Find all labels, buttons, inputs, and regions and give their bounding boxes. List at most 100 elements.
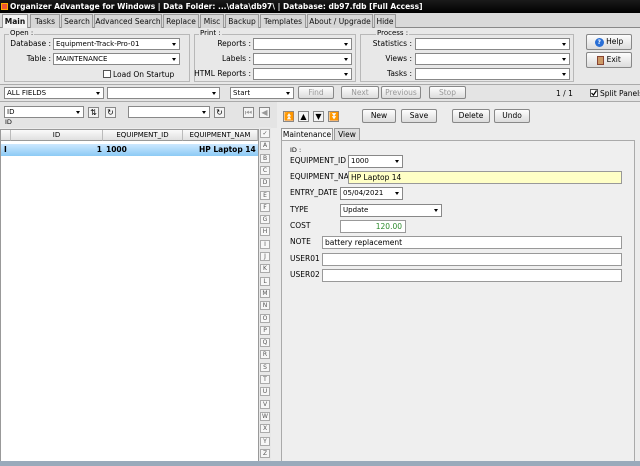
exit-button[interactable]: Exit <box>586 52 632 68</box>
views-select[interactable] <box>415 53 570 65</box>
tab-tasks[interactable]: Tasks <box>30 14 60 28</box>
first-icon[interactable]: ⏫ <box>283 111 294 122</box>
cost-field[interactable]: 120.00 <box>340 220 406 233</box>
user02-field[interactable] <box>322 269 622 282</box>
help-button[interactable]: ? Help <box>586 34 632 50</box>
equipment-id-select[interactable]: 1000 <box>348 155 403 168</box>
alpha-index-letter[interactable]: V <box>260 399 270 409</box>
alpha-index-letter[interactable]: S <box>260 362 270 372</box>
tab-about-upgrade[interactable]: About / Upgrade <box>307 14 373 28</box>
statistics-select[interactable] <box>415 38 570 50</box>
sort-order-icon[interactable]: ⇅ <box>88 107 99 118</box>
sort-field-select[interactable]: ID <box>4 106 84 118</box>
alpha-index-letter[interactable]: W <box>260 411 270 421</box>
alpha-index-letter[interactable]: N <box>260 301 270 311</box>
app-icon <box>1 3 8 10</box>
refresh-filter-icon[interactable]: ↻ <box>214 107 225 118</box>
chevron-down-icon <box>284 88 293 98</box>
search-mode-select[interactable]: Start <box>230 87 294 99</box>
user01-field[interactable] <box>322 253 622 266</box>
cost-label: COST <box>290 221 311 230</box>
labels-select[interactable] <box>253 53 352 65</box>
main-tab-bar: Main Tasks Search Advanced Search Replac… <box>0 13 640 29</box>
chevron-down-icon <box>94 88 103 98</box>
alpha-index-letter[interactable]: F <box>260 202 270 212</box>
title-bar: Organizer Advantage for Windows | Data F… <box>0 0 640 13</box>
alpha-index-letter[interactable]: J <box>260 252 270 261</box>
sort-field-value: ID <box>7 108 15 116</box>
tab-backup[interactable]: Backup <box>225 14 259 28</box>
prev-record-icon[interactable]: ◀ <box>259 107 270 118</box>
previous-button[interactable]: Previous <box>381 86 421 99</box>
alpha-index-letter[interactable]: B <box>260 153 270 163</box>
tab-templates[interactable]: Templates <box>260 14 306 28</box>
database-label: Database : <box>10 39 51 48</box>
alpha-index-letter[interactable]: Y <box>260 436 270 446</box>
new-button[interactable]: New <box>362 109 396 123</box>
reports-label: Reports : <box>217 39 251 48</box>
alpha-index-letter[interactable]: H <box>260 227 270 237</box>
search-input[interactable] <box>107 87 220 99</box>
tab-view[interactable]: View <box>334 128 360 140</box>
up-arrow-icon[interactable]: ▲ <box>298 111 309 122</box>
column-header-id[interactable]: ID <box>11 130 103 141</box>
type-label: TYPE <box>290 205 309 214</box>
alpha-index-letter[interactable]: A <box>260 141 270 151</box>
refresh-icon[interactable]: ↻ <box>105 107 116 118</box>
alpha-index-letter[interactable]: Z <box>260 448 270 458</box>
alpha-index-letter[interactable]: M <box>260 288 270 298</box>
database-select[interactable]: Equipment-Track-Pro-01 <box>53 38 180 50</box>
alpha-index-letter[interactable]: I <box>260 239 270 249</box>
tab-misc[interactable]: Misc <box>200 14 224 28</box>
table-label: Table : <box>26 54 51 63</box>
alpha-index-letter[interactable]: K <box>260 264 270 274</box>
type-value: Update <box>343 206 369 214</box>
next-button[interactable]: Next <box>341 86 379 99</box>
tab-hide[interactable]: Hide <box>374 14 396 28</box>
down-arrow-icon[interactable]: ▼ <box>313 111 324 122</box>
filter-select[interactable] <box>128 106 210 118</box>
find-button[interactable]: Find <box>298 86 334 99</box>
split-panels-checkbox[interactable] <box>590 89 598 97</box>
tab-search[interactable]: Search <box>61 14 93 28</box>
html-reports-select[interactable] <box>253 68 352 80</box>
column-header-equipment-name[interactable]: EQUIPMENT_NAM <box>183 130 258 141</box>
alpha-index-letter[interactable]: Q <box>260 338 270 348</box>
table-select[interactable]: MAINTENANCE <box>53 53 180 65</box>
table-row[interactable]: I 1 1000 HP Laptop 14 <box>1 144 258 156</box>
stop-button[interactable]: Stop <box>429 86 466 99</box>
tab-advanced-search[interactable]: Advanced Search <box>94 14 162 28</box>
process-group-title: Process : <box>376 29 410 37</box>
undo-button[interactable]: Undo <box>494 109 530 123</box>
alpha-index-letter[interactable]: C <box>260 165 270 175</box>
save-button[interactable]: Save <box>401 109 437 123</box>
note-field[interactable]: battery replacement <box>322 236 622 249</box>
alpha-index-letter[interactable]: L <box>260 276 270 286</box>
delete-button[interactable]: Delete <box>452 109 490 123</box>
first-record-icon[interactable]: ⏮ <box>243 107 254 118</box>
alpha-index-all-checkbox[interactable]: ✓ <box>260 129 270 138</box>
tab-replace[interactable]: Replace <box>163 14 199 28</box>
search-field-select[interactable]: ALL FIELDS <box>4 87 104 99</box>
alpha-index-letter[interactable]: P <box>260 325 270 335</box>
alpha-index-letter[interactable]: T <box>260 375 270 384</box>
exit-label: Exit <box>606 55 621 64</box>
tasks-select[interactable] <box>415 68 570 80</box>
alpha-index-letter[interactable]: G <box>260 215 270 225</box>
load-on-startup-checkbox[interactable] <box>103 70 111 78</box>
alpha-index-letter[interactable]: D <box>260 178 270 188</box>
alpha-index-letter[interactable]: R <box>260 350 270 360</box>
type-select[interactable]: Update <box>340 204 442 217</box>
alpha-index-letter[interactable]: O <box>260 313 270 323</box>
tab-main[interactable]: Main <box>2 14 28 29</box>
alpha-index-letter[interactable]: E <box>260 190 270 200</box>
alpha-index-letter[interactable]: X <box>260 424 270 434</box>
last-icon[interactable]: ⏬ <box>328 111 339 122</box>
alpha-index-letter[interactable]: U <box>260 387 270 397</box>
sort-toolbar: ID ID ⇅ ↻ ↻ ⏮ ◀ <box>0 102 277 128</box>
reports-select[interactable] <box>253 38 352 50</box>
entry-date-field[interactable]: 05/04/2021 <box>340 187 403 200</box>
column-header-equipment-id[interactable]: EQUIPMENT_ID <box>103 130 183 141</box>
search-mode-value: Start <box>233 89 251 97</box>
equipment-name-field[interactable]: HP Laptop 14 <box>348 171 622 184</box>
